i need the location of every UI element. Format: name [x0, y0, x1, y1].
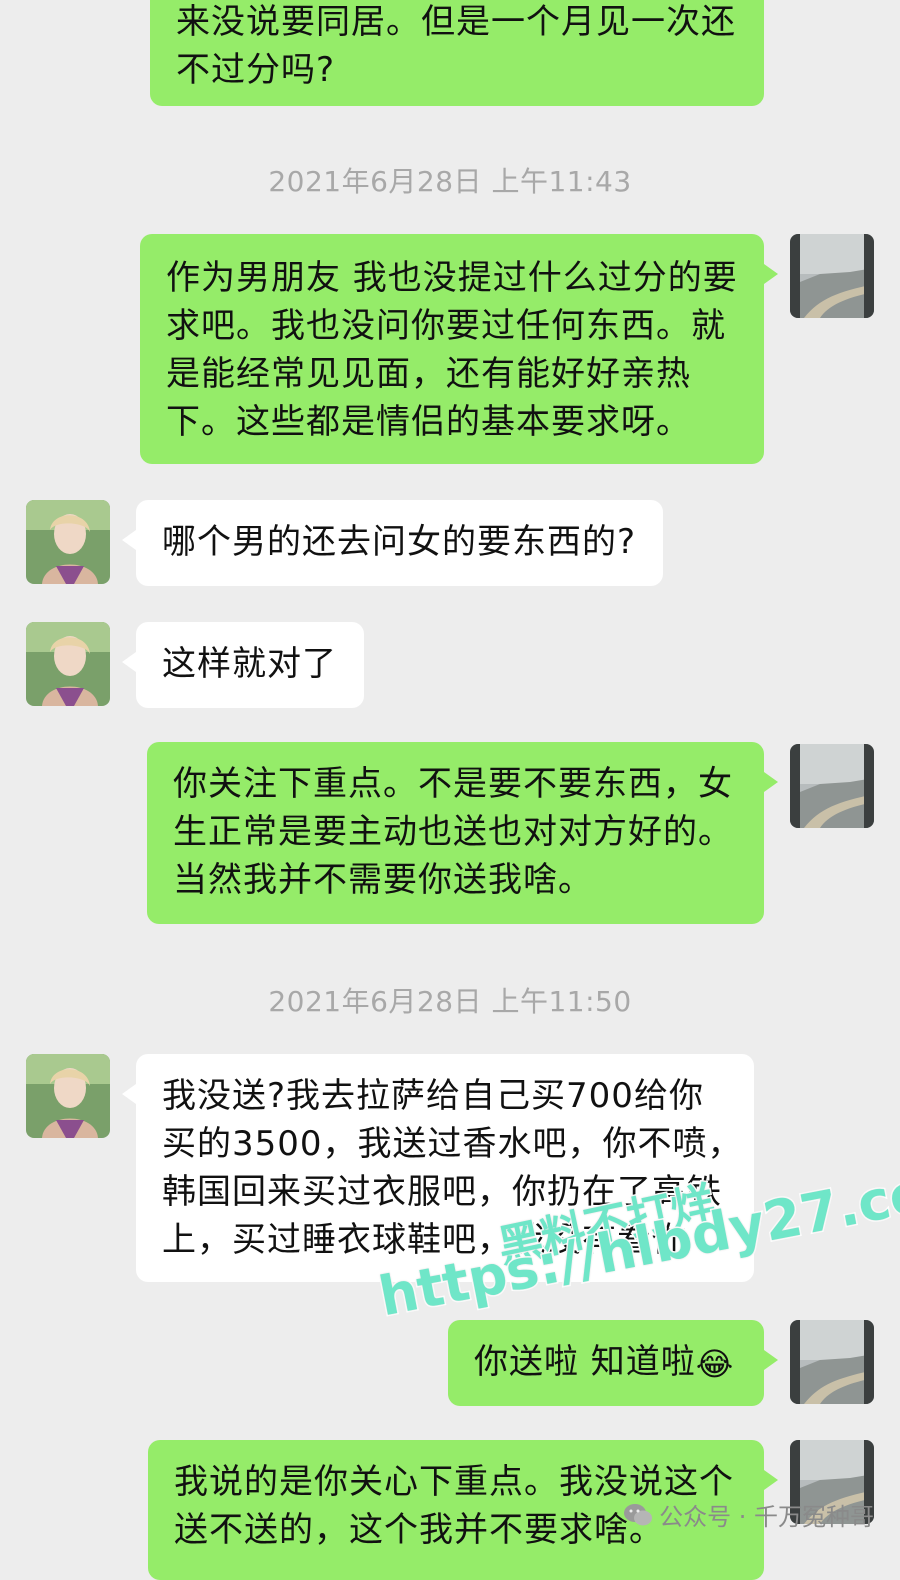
contact-avatar[interactable] — [26, 500, 110, 584]
message-text-line: 下。这些都是情侣的基本要求呀。 — [166, 402, 691, 442]
message-bubble-received[interactable]: 这样就对了 — [122, 622, 364, 708]
message-text-line: 当然我并不需要你送我啥。 — [173, 860, 593, 900]
message-text-line: 这样就对了 — [162, 644, 337, 684]
my-avatar[interactable] — [790, 1320, 874, 1404]
tears-of-joy-emoji-icon: 😂 — [695, 1344, 735, 1383]
river-cityscape-photo-icon — [790, 744, 874, 828]
message-text-line: 不过分吗? — [176, 50, 336, 90]
river-cityscape-photo-icon — [790, 1320, 874, 1404]
message-text: 你送啦 知道啦 — [474, 1342, 696, 1382]
message-text-line: 买的3500，我送过香水吧，你不喷， — [162, 1124, 743, 1164]
message-bubble-sent[interactable]: 来没说要同居。但是一个月见一次还 不过分吗? — [150, 0, 764, 106]
contact-avatar[interactable] — [26, 622, 110, 706]
message-text-line: 你送啦 知道啦😂 — [474, 1338, 746, 1388]
message-text-line: 你关注下重点。不是要不要东西，女 — [173, 764, 733, 804]
message-text-line: 我没送?我去拉萨给自己买700给你 — [162, 1076, 704, 1116]
contact-avatar[interactable] — [26, 1054, 110, 1138]
message-text-line: 作为男朋友 我也没提过什么过分的要 — [166, 258, 738, 298]
portrait-photo-icon — [26, 622, 110, 706]
message-text-line: 哪个男的还去问女的要东西的? — [162, 522, 637, 562]
portrait-photo-icon — [26, 500, 110, 584]
portrait-photo-icon — [26, 1054, 110, 1138]
message-bubble-received[interactable]: 哪个男的还去问女的要东西的? — [122, 500, 663, 586]
message-bubble-sent[interactable]: 作为男朋友 我也没提过什么过分的要 求吧。我也没问你要过任何东西。就 是能经常见… — [140, 234, 778, 464]
source-credit: 公众号 · 千万冤种哥 — [623, 1497, 874, 1532]
message-text-line: 是能经常见见面，还有能好好亲热 — [166, 354, 691, 394]
message-bubble-sent[interactable]: 你关注下重点。不是要不要东西，女 生正常是要主动也送也对对方好的。 当然我并不需… — [147, 742, 778, 924]
river-cityscape-photo-icon — [790, 234, 874, 318]
wechat-icon — [624, 1503, 653, 1525]
message-text-line: 来没说要同居。但是一个月见一次还 — [176, 2, 736, 42]
my-avatar[interactable] — [790, 234, 874, 318]
credit-text: 公众号 · 千万冤种哥 — [659, 1503, 874, 1531]
message-text-line: 求吧。我也没问你要过任何东西。就 — [166, 306, 726, 346]
message-bubble-sent[interactable]: 你送啦 知道啦😂 — [448, 1320, 778, 1406]
timestamp: 2021年6月28日 上午11:50 — [268, 985, 632, 1018]
my-avatar[interactable] — [790, 744, 874, 828]
message-text-line: 生正常是要主动也送也对对方好的。 — [173, 812, 733, 852]
timestamp: 2021年6月28日 上午11:43 — [268, 165, 632, 198]
